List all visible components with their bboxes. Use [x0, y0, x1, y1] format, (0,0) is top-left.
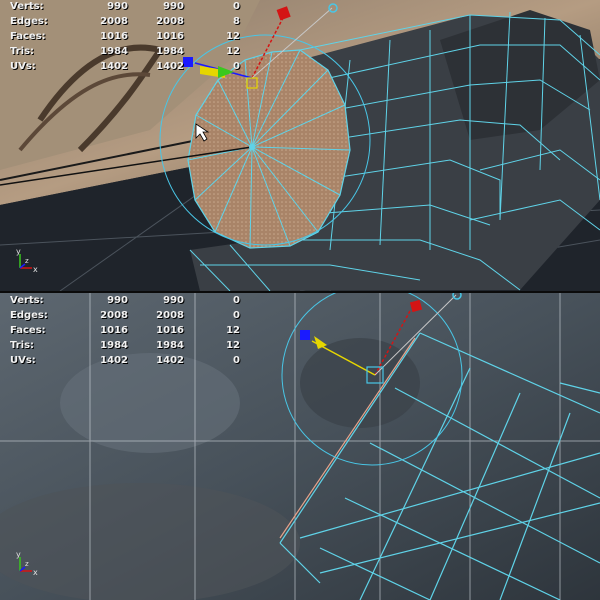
hud-row-edges: Edges: 2008 2008 0: [10, 310, 240, 321]
hud-row-tris: Tris: 1984 1984 12: [10, 46, 240, 57]
hud-row-faces: Faces: 1016 1016 12: [10, 325, 240, 336]
hud-row-verts: Verts: 990 990 0: [10, 1, 240, 12]
hud-row-verts: Verts: 990 990 0: [10, 295, 240, 306]
viewport-bottom[interactable]: Verts: 990 990 0 Edges: 2008 2008 0 Faces: 1016…: [0, 293, 600, 600]
hud-row-uvs: UVs: 1402 1402 0: [10, 355, 240, 366]
axis-label-z: z: [25, 560, 29, 568]
hud-row-faces: Faces: 1016 1016 12: [10, 31, 240, 42]
view-axis-icon: y x z: [16, 247, 38, 274]
axis-label-x: x: [33, 265, 38, 274]
hud-row-edges: Edges: 2008 2008 8: [10, 16, 240, 27]
hud-row-tris: Tris: 1984 1984 12: [10, 340, 240, 351]
poly-count-hud: Verts: 990 990 0 Edges: 2008 2008 8 Faces: 1016…: [10, 0, 240, 74]
viewport-top[interactable]: Verts: 990 990 0 Edges: 2008 2008 8 Faces: 1016…: [0, 0, 600, 291]
axis-label-y: y: [16, 247, 21, 256]
axis-label-y: y: [16, 550, 21, 559]
axis-label-x: x: [33, 568, 38, 577]
hud-row-uvs: UVs: 1402 1402 0: [10, 61, 240, 72]
axis-label-z: z: [25, 257, 29, 265]
view-axis-icon-bottom: y x z: [16, 550, 38, 577]
poly-count-hud-bottom: Verts: 990 990 0 Edges: 2008 2008 0 Faces: 1016…: [10, 293, 240, 368]
